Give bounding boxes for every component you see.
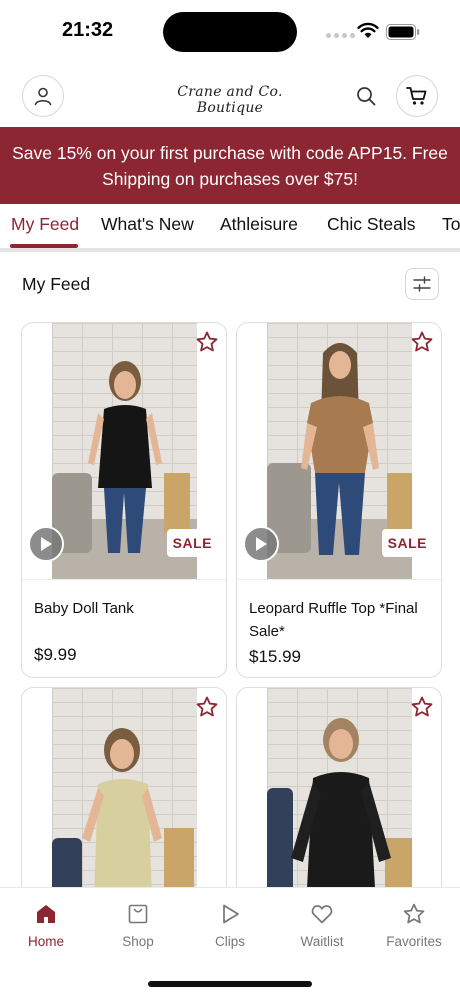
favorite-button[interactable] [194, 694, 220, 720]
tab-chic-steals[interactable]: Chic Steals [327, 214, 416, 235]
nav-favorites[interactable]: Favorites [368, 900, 460, 949]
dynamic-island [163, 12, 297, 52]
status-bar: 21:32 [0, 0, 460, 62]
star-outline-icon [196, 696, 218, 717]
play-icon [256, 537, 267, 551]
product-price: $15.99 [249, 647, 301, 666]
nav-label: Home [27, 934, 64, 949]
nav-shop[interactable]: Shop [92, 900, 184, 949]
signal-icon [326, 33, 355, 38]
star-outline-icon [411, 331, 433, 352]
active-tab-indicator [10, 244, 78, 248]
feed-title: My Feed [22, 274, 91, 294]
favorite-button[interactable] [409, 694, 435, 720]
shop-bag-icon [128, 904, 148, 924]
tab-overflow[interactable]: To [442, 214, 460, 235]
account-button[interactable] [22, 75, 64, 117]
nav-home[interactable]: Home [0, 900, 92, 949]
card-divider [22, 579, 226, 580]
card-divider [237, 579, 441, 580]
heart-icon [311, 905, 333, 924]
filter-button[interactable] [405, 268, 439, 300]
star-icon [403, 903, 425, 924]
status-time: 21:32 [62, 19, 114, 41]
star-outline-icon [411, 696, 433, 717]
filter-sliders-icon [413, 276, 431, 292]
product-card[interactable]: SALE Baby Doll Tank $9.99 [21, 322, 227, 678]
account-icon [34, 87, 52, 106]
sale-badge: SALE [381, 529, 433, 557]
cart-icon [406, 87, 427, 105]
play-icon [41, 537, 52, 551]
home-indicator [148, 981, 312, 987]
product-name: Baby Doll Tank [34, 600, 134, 617]
cart-button[interactable] [396, 75, 438, 117]
sale-badge: SALE [166, 529, 218, 557]
nav-label: Favorites [386, 934, 442, 949]
tab-my-feed[interactable]: My Feed [11, 214, 79, 235]
wifi-icon [357, 22, 379, 38]
play-video-button[interactable] [28, 526, 64, 562]
product-price: $9.99 [34, 645, 77, 664]
star-outline-icon [196, 331, 218, 352]
nav-clips[interactable]: Clips [184, 900, 276, 949]
tab-whats-new[interactable]: What's New [101, 214, 194, 235]
category-tabs: My Feed What's New Athleisure Chic Steal… [0, 204, 460, 252]
favorite-button[interactable] [194, 329, 220, 355]
battery-icon [386, 24, 420, 40]
play-video-button[interactable] [243, 526, 279, 562]
app-header: Crane and Co. Boutique [0, 72, 460, 120]
tab-athleisure[interactable]: Athleisure [220, 214, 298, 235]
search-icon [357, 87, 376, 106]
favorite-button[interactable] [409, 329, 435, 355]
promo-text: Save 15% on your first purchase with cod… [12, 143, 448, 189]
home-icon [37, 905, 55, 923]
product-name: Leopard Ruffle Top *Final Sale* [249, 600, 418, 640]
nav-waitlist[interactable]: Waitlist [276, 900, 368, 949]
product-card[interactable]: SALE Leopard Ruffle Top *Final Sale* $15… [236, 322, 442, 678]
nav-label: Clips [214, 934, 245, 949]
nav-label: Waitlist [300, 934, 344, 949]
promo-banner[interactable]: Save 15% on your first purchase with cod… [0, 127, 460, 204]
search-button[interactable] [352, 82, 380, 110]
brand-logo: Crane and Co. Boutique [177, 84, 283, 116]
play-icon [223, 904, 239, 924]
nav-label: Shop [122, 934, 154, 949]
